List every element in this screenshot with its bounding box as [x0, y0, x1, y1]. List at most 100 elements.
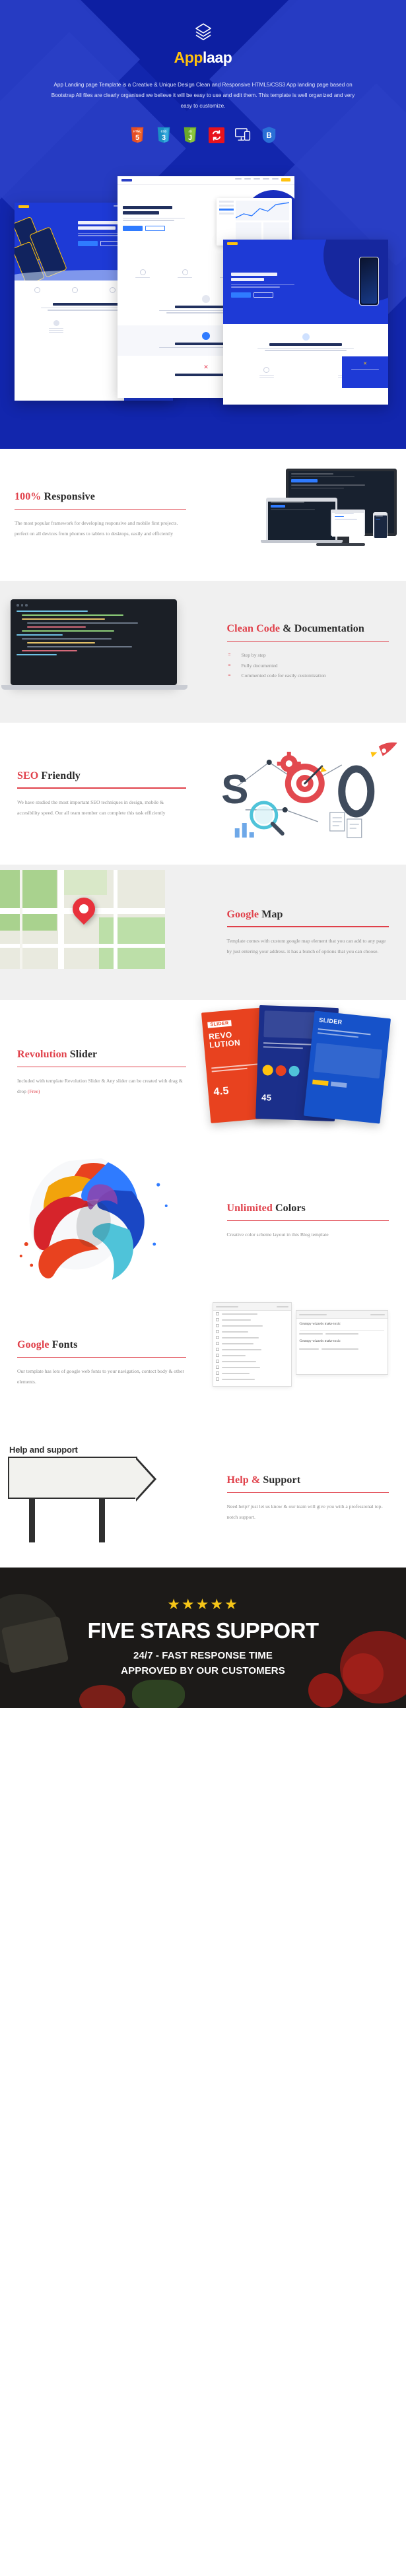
section-title: Clean Code & Documentation	[227, 622, 389, 636]
list-item: Step by step	[227, 650, 389, 661]
footer-subtitle-line-1: 24/7 - FAST RESPONSE TIME	[133, 1649, 273, 1661]
monitor-base	[316, 543, 365, 546]
section-google-fonts: Google Fonts Our template has lots of go…	[0, 1297, 406, 1429]
code-editor-mockup	[11, 599, 177, 685]
checkbox[interactable]	[215, 1371, 219, 1375]
title-underline	[226, 640, 389, 642]
section-body: Need help? just let us know & our team w…	[226, 1503, 383, 1521]
css3-icon: 3 CSS	[155, 126, 172, 145]
section-body: Creative color scheme layout in this Blo…	[226, 1232, 329, 1238]
feature-bullet-list: Step by step Fully documented Commented …	[227, 650, 389, 681]
list-item: Commented code for easily customization	[227, 671, 389, 681]
jquery-icon: J JS	[182, 126, 199, 145]
title-red-part: Revolution	[17, 1049, 67, 1061]
title-underline	[17, 1356, 186, 1358]
map-preview	[0, 870, 165, 969]
section-title: Unlimited Colors	[227, 1202, 389, 1215]
checkbox[interactable]	[215, 1366, 219, 1369]
checkbox[interactable]	[215, 1348, 219, 1351]
mockup-screen-right: ✕	[223, 239, 388, 405]
section-body: We have studied the most important SEO t…	[17, 799, 166, 816]
font-picker-art: Grumpy wizards make toxic Grumpy wizards…	[203, 1297, 406, 1429]
checkbox[interactable]	[215, 1312, 219, 1315]
map-pin-art	[0, 865, 203, 1000]
section-body: Our template has lots of google web font…	[17, 1368, 184, 1385]
map-pin-icon	[67, 892, 100, 925]
tech-icons-row: 5 HTML 3 CSS J JS B	[0, 126, 406, 145]
responsive-copy: 100% Responsive The most popular framewo…	[0, 490, 203, 539]
checkbox[interactable]	[215, 1342, 219, 1345]
section-body: Template comes with custom google map el…	[226, 937, 386, 954]
seo-illustration-art: S	[203, 723, 406, 865]
checkbox[interactable]	[215, 1324, 219, 1327]
title-underline	[17, 787, 186, 789]
seo-copy: SEO Friendly We have studied the most im…	[0, 770, 203, 818]
checkbox[interactable]	[215, 1377, 219, 1381]
free-badge-text: (Free)	[27, 1088, 40, 1095]
title-dark-part: Responsive	[41, 491, 95, 503]
title-red-part: Clean Code	[226, 623, 281, 635]
checkbox[interactable]	[215, 1354, 219, 1357]
clean-code-copy: Clean Code & Documentation Step by step …	[203, 622, 406, 681]
svg-text:JS: JS	[188, 130, 191, 133]
brand-rest: laap	[203, 49, 232, 66]
hero-description: App Landing page Template is a Creative …	[51, 82, 355, 109]
checkbox[interactable]	[215, 1318, 219, 1321]
footer-support-banner: ★★★★★ FIVE STARS SUPPORT 24/7 - FAST RES…	[0, 1568, 406, 1708]
section-title: Revolution Slider	[17, 1048, 186, 1061]
google-fonts-copy: Google Fonts Our template has lots of go…	[0, 1338, 203, 1387]
title-red-part: Google	[226, 908, 259, 920]
svg-text:B: B	[266, 132, 271, 140]
svg-text:S: S	[221, 767, 248, 812]
seo-graphic: S	[221, 742, 397, 838]
font-list-panel	[212, 1302, 292, 1387]
title-underline	[17, 1066, 186, 1068]
list-item: Fully documented	[227, 661, 389, 671]
help-support-copy: Help & Support Need help? just let us kn…	[203, 1474, 406, 1522]
title-red-part: SEO	[17, 770, 39, 781]
checkbox[interactable]	[215, 1336, 219, 1339]
title-dark-part: Slider	[67, 1049, 98, 1061]
phone-mockup	[373, 512, 388, 538]
tablet-mockup	[331, 510, 365, 537]
section-body-text: Included with template Revolution Slider…	[17, 1078, 183, 1095]
svg-text:HTML: HTML	[133, 130, 141, 133]
footer-title: FIVE STARS SUPPORT	[87, 1618, 319, 1643]
section-unlimited-colors: Unlimited Colors Creative color scheme l…	[0, 1145, 406, 1297]
signpost-leg	[29, 1499, 35, 1542]
html5-icon: 5 HTML	[129, 126, 146, 145]
checkbox[interactable]	[215, 1360, 219, 1363]
title-underline	[226, 1220, 389, 1222]
paint-splash-art	[0, 1145, 203, 1297]
revolution-slider-copy: Revolution Slider Included with template…	[0, 1048, 203, 1096]
section-title: SEO Friendly	[17, 770, 186, 783]
title-red-part: Help &	[226, 1474, 261, 1486]
panel-header	[213, 1303, 291, 1311]
svg-text:3: 3	[161, 135, 165, 143]
refresh-sync-icon	[208, 126, 225, 145]
svg-text:CSS: CSS	[160, 130, 166, 133]
svg-text:J: J	[187, 135, 191, 143]
panel-header	[296, 1311, 388, 1319]
layers-stack-icon	[195, 23, 211, 40]
laptop-base	[261, 540, 343, 543]
herb-shape	[132, 1680, 185, 1708]
five-star-rating: ★★★★★	[167, 1595, 239, 1612]
title-red-part: Google	[17, 1339, 50, 1351]
title-dark-part: Support	[260, 1474, 301, 1486]
signpost-board	[8, 1457, 156, 1502]
laptop-base	[1, 685, 187, 690]
tomato-shape	[343, 1653, 384, 1694]
responsive-devices-icon	[234, 126, 252, 145]
checkbox[interactable]	[215, 1330, 219, 1333]
footer-subtitle-line-2: APPROVED BY OUR CUSTOMERS	[121, 1665, 285, 1676]
section-title: 100% Responsive	[15, 490, 186, 504]
title-underline	[226, 926, 389, 927]
signpost-leg	[99, 1499, 105, 1542]
laptop-code-art	[0, 581, 203, 723]
section-google-map: Google Map Template comes with custom go…	[0, 865, 406, 1000]
title-dark-part: Fonts	[49, 1339, 78, 1351]
brand-wordmark: Applaap	[0, 49, 406, 67]
unlimited-colors-copy: Unlimited Colors Creative color scheme l…	[203, 1202, 406, 1240]
slider-cards-art: SLIDER REVO LUTION 4.5 45 SLIDER	[201, 1000, 406, 1145]
